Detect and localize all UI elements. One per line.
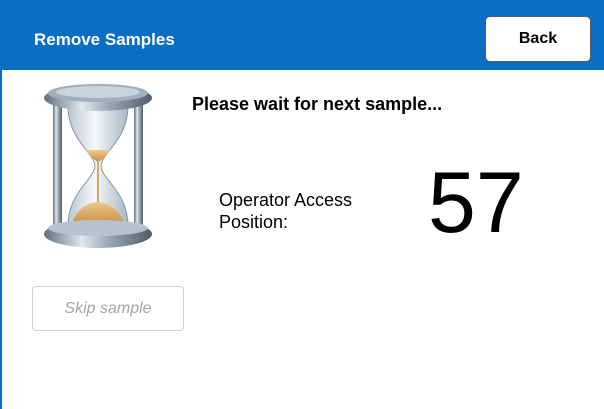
remove-samples-window: Remove Samples Back Please wait for next… [0,0,604,409]
hourglass-icon [42,82,154,250]
skip-sample-button[interactable]: Skip sample [32,286,184,331]
operator-access-position-value: 57 [428,155,524,251]
page-title: Remove Samples [34,30,175,49]
operator-access-position-label: Operator Access Position: [219,190,353,232]
wait-message: Please wait for next sample... [192,94,443,114]
title-bar: Remove Samples Back [2,0,604,70]
back-button[interactable]: Back [485,16,591,62]
